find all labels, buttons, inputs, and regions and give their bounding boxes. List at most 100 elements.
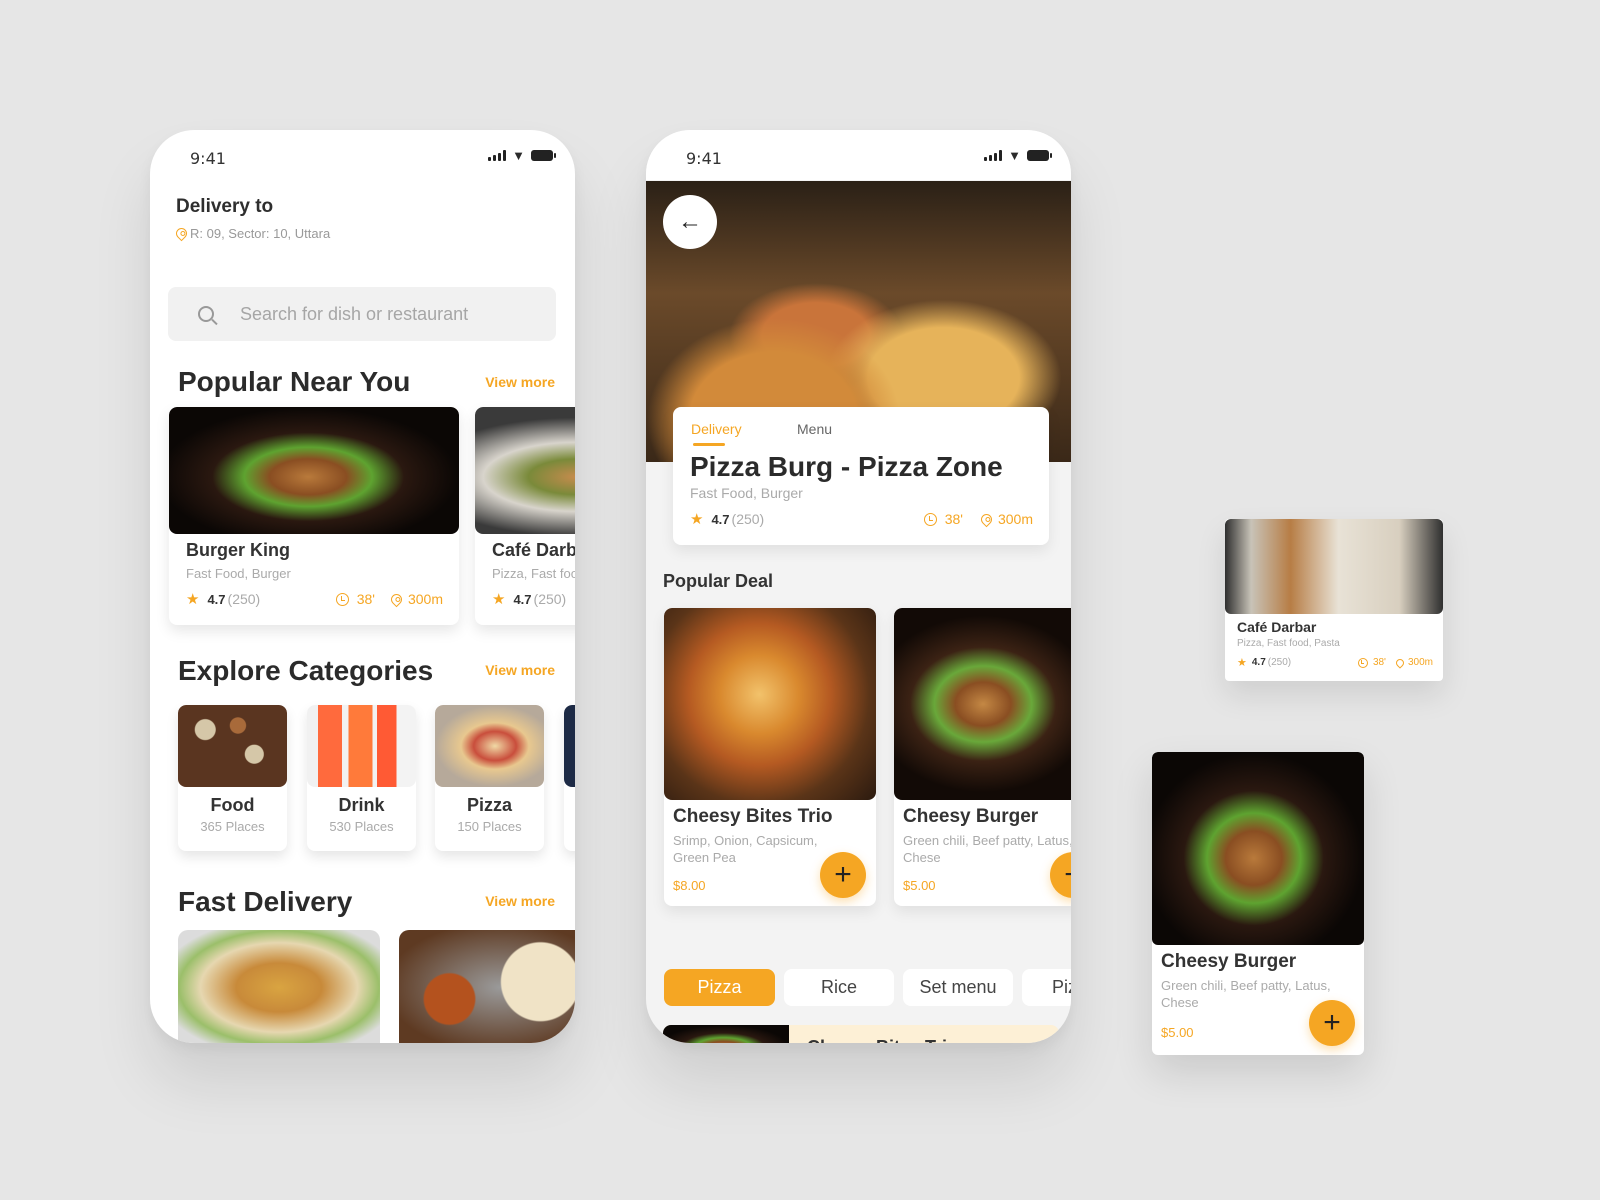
review-count: (250): [227, 591, 261, 607]
distance: 300m: [997, 511, 1033, 527]
location-pin-icon: [173, 225, 190, 242]
wifi-icon: ▼: [512, 148, 525, 163]
restaurant-card[interactable]: Café Darbar Pizza, Fast food, Pasta ★ 4.…: [475, 407, 575, 625]
restaurant-title: Pizza Burg - Pizza Zone: [690, 451, 1003, 482]
restaurant-info-card: Delivery Menu Pizza Burg - Pizza Zone Fa…: [673, 407, 1049, 545]
back-button[interactable]: ←: [663, 195, 717, 249]
restaurant-meta: ★ 4.7 (250): [492, 590, 575, 608]
delivery-time: 38': [1372, 657, 1386, 668]
restaurant-meta: ★ 4.7 (250) 38' 300m: [1237, 656, 1433, 669]
wifi-icon: ▼: [1008, 148, 1021, 163]
category-image: [435, 705, 544, 787]
restaurant-name: Café Darbar: [492, 540, 575, 560]
category-card-drink[interactable]: Drink 530 Places: [307, 705, 416, 851]
star-icon: ★: [492, 591, 506, 608]
restaurant-categories: Pizza, Fast food, Pasta: [1237, 638, 1340, 649]
popular-title: Popular Near You: [178, 366, 411, 397]
plus-icon: +: [834, 858, 852, 891]
deal-description: Green chili, Beef patty, Latus, Chese: [1161, 978, 1331, 1010]
deal-card[interactable]: Cheesy Burger Green chili, Beef patty, L…: [894, 608, 1071, 906]
rating: 4.7: [207, 591, 226, 607]
review-count: (250): [533, 591, 567, 607]
chip-pizza[interactable]: Pizza: [664, 969, 775, 1006]
category-image: [178, 705, 287, 787]
deal-description: Green chili, Beef patty, Latus, Chese: [903, 833, 1071, 865]
deal-image: [664, 608, 876, 800]
deal-name: Cheesy Burger: [1161, 951, 1297, 972]
restaurant-image: [169, 407, 459, 534]
arrow-left-icon: ←: [678, 208, 702, 235]
location-pin-icon: [388, 591, 405, 607]
fast-delivery-title: Fast Delivery: [178, 886, 353, 917]
category-label: Drink: [338, 795, 385, 815]
add-to-cart-button[interactable]: +: [1309, 1000, 1355, 1046]
restaurant-name: Burger King: [186, 540, 291, 560]
signal-icon: [488, 150, 507, 161]
floating-deal-card[interactable]: Cheesy Burger Green chili, Beef patty, L…: [1152, 752, 1364, 1055]
review-count: (250): [731, 511, 765, 527]
rating: 4.7: [513, 591, 532, 607]
restaurant-categories: Fast Food, Burger: [186, 566, 291, 581]
search-bar[interactable]: [168, 287, 556, 341]
chip-set-menu[interactable]: Set menu: [903, 969, 1013, 1006]
search-input[interactable]: [240, 303, 540, 325]
restaurant-meta: ★ 4.7 (250) 38' 300m: [186, 590, 443, 608]
category-card-partial[interactable]: [564, 705, 575, 851]
restaurant-card[interactable]: Burger King Fast Food, Burger ★ 4.7 (250…: [169, 407, 459, 625]
floating-restaurant-card[interactable]: Café Darbar Pizza, Fast food, Pasta ★ 4.…: [1225, 519, 1443, 681]
category-places: 150 Places: [457, 819, 522, 834]
plus-icon: +: [1323, 1006, 1341, 1039]
delivery-label: Delivery to: [176, 196, 274, 217]
fast-delivery-card[interactable]: [178, 930, 380, 1043]
category-image: [564, 705, 575, 787]
restaurant-name: Café Darbar: [1237, 619, 1317, 635]
restaurant-image: [1225, 519, 1443, 614]
deal-card[interactable]: Cheesy Bites Trio Srimp, Onion, Capsicum…: [664, 608, 876, 906]
categories-title: Explore Categories: [178, 655, 434, 686]
popular-deal-title: Popular Deal: [663, 571, 774, 591]
category-places: 365 Places: [200, 819, 265, 834]
status-bar: 9:41 ▼: [646, 130, 1071, 180]
category-card-food[interactable]: Food 365 Places: [178, 705, 287, 851]
distance: 300m: [407, 591, 443, 607]
deal-image: [1152, 752, 1364, 945]
category-label: Pizza: [466, 795, 513, 815]
deal-price: $5.00: [1161, 1025, 1194, 1040]
popular-view-more-link[interactable]: View more: [485, 374, 555, 390]
clock-icon: [1357, 657, 1368, 668]
star-icon: ★: [690, 511, 704, 528]
clock-icon: [923, 512, 937, 526]
rating: 4.7: [1251, 657, 1266, 668]
location-pin-icon: [1394, 656, 1406, 669]
tab-menu[interactable]: Menu: [797, 421, 832, 437]
home-screen: 9:41 ▼ Delivery to R: 09, Sector: 10, Ut…: [150, 130, 575, 1043]
restaurant-screen: 9:41 ▼ ← Delivery Menu Pizza Burg - Pizz…: [646, 130, 1071, 1043]
star-icon: ★: [186, 591, 200, 608]
category-card-pizza[interactable]: Pizza 150 Places: [435, 705, 544, 851]
status-time: 9:41: [686, 149, 722, 168]
fast-delivery-view-more-link[interactable]: View more: [485, 893, 555, 909]
category-label: Food: [210, 795, 255, 815]
tab-delivery[interactable]: Delivery: [691, 421, 742, 446]
restaurant-image: [475, 407, 575, 534]
fast-delivery-card[interactable]: [399, 930, 575, 1043]
delivery-address[interactable]: R: 09, Sector: 10, Uttara: [173, 225, 330, 242]
menu-list-item[interactable]: Cheesy Bites Trio: [663, 1025, 1059, 1043]
rating: 4.7: [711, 511, 730, 527]
categories-view-more-link[interactable]: View more: [485, 662, 555, 678]
category-places: 530 Places: [329, 819, 394, 834]
status-bar: 9:41 ▼: [150, 130, 575, 180]
restaurant-categories: Fast Food, Burger: [690, 485, 803, 501]
delivery-time: 38': [356, 591, 375, 607]
deal-name: Cheesy Bites Trio: [673, 806, 833, 827]
category-image: [307, 705, 416, 787]
chip-rice[interactable]: Rice: [784, 969, 894, 1006]
deal-image: [894, 608, 1071, 800]
status-time: 9:41: [190, 149, 226, 168]
add-to-cart-button[interactable]: +: [820, 852, 866, 898]
chip-pizza-2[interactable]: Pizza: [1022, 969, 1071, 1006]
plus-icon: +: [1064, 858, 1071, 891]
restaurant-categories: Pizza, Fast food, Pasta: [492, 566, 575, 581]
restaurant-meta: ★ 4.7 (250) 38' 300m: [690, 510, 1033, 528]
battery-icon: [531, 150, 556, 161]
